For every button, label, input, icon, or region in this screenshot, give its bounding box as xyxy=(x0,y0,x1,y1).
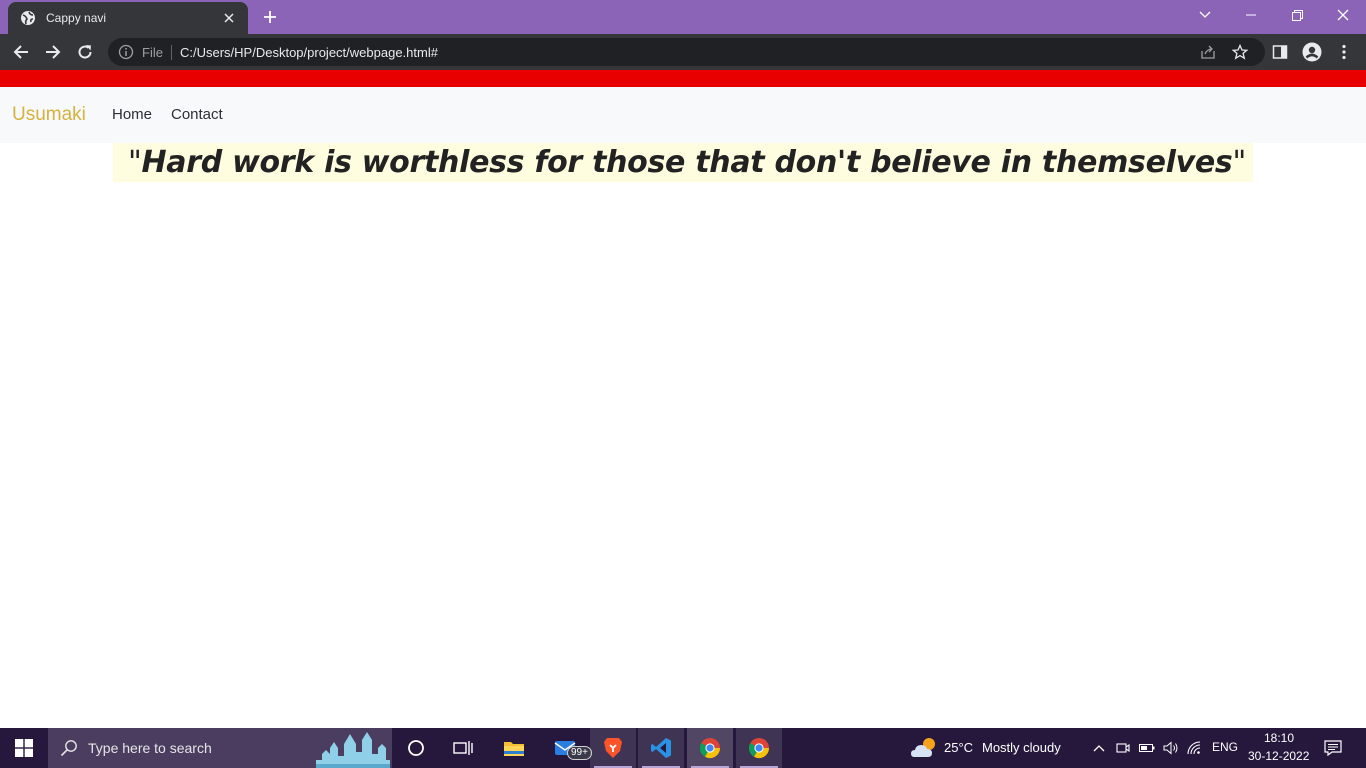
file-explorer-icon[interactable] xyxy=(491,728,537,768)
share-icon[interactable] xyxy=(1200,44,1216,60)
nav-link-contact[interactable]: Contact xyxy=(171,106,223,123)
quote-open-mark: " xyxy=(128,145,142,180)
site-navbar: Usumaki Home Contact xyxy=(0,87,1366,143)
cortana-icon[interactable] xyxy=(393,728,439,768)
new-tab-button[interactable] xyxy=(258,6,282,28)
reload-button[interactable] xyxy=(71,38,99,66)
url-scheme-label: File xyxy=(142,45,163,60)
meet-now-icon[interactable] xyxy=(1114,739,1132,757)
tab-title: Cappy navi xyxy=(46,11,107,25)
show-hidden-icons-chevron-icon[interactable] xyxy=(1090,739,1108,757)
battery-icon[interactable] xyxy=(1138,739,1156,757)
quote-close-mark: " xyxy=(1232,145,1246,180)
browser-tab[interactable]: Cappy navi xyxy=(8,2,248,34)
weather-condition[interactable]: Mostly cloudy xyxy=(982,740,1061,755)
weather-temp[interactable]: 25°C xyxy=(944,740,973,755)
address-bar[interactable]: File C:/Users/HP/Desktop/project/webpage… xyxy=(108,38,1265,66)
minimize-button[interactable] xyxy=(1228,0,1274,30)
chrome-second-window-icon[interactable] xyxy=(736,728,782,768)
restore-button[interactable] xyxy=(1274,0,1320,30)
tab-search-icon[interactable] xyxy=(1182,0,1228,30)
browser-toolbar: File C:/Users/HP/Desktop/project/webpage… xyxy=(0,34,1366,70)
clock-date[interactable]: 30-12-2022 xyxy=(1248,749,1309,763)
nav-link-home[interactable]: Home xyxy=(112,106,152,123)
windows-logo-icon xyxy=(15,739,33,757)
mail-icon[interactable]: 99+ xyxy=(543,728,592,768)
chrome-icon[interactable] xyxy=(687,728,733,768)
search-highlight-city-icon xyxy=(316,730,390,768)
browser-tab-strip: Cappy navi xyxy=(0,0,1366,34)
search-icon xyxy=(60,739,78,757)
start-button[interactable] xyxy=(0,728,48,768)
weather-cloudy-icon[interactable] xyxy=(910,736,938,760)
notifications-icon[interactable] xyxy=(1324,739,1342,757)
red-top-bar xyxy=(0,70,1366,87)
mail-badge: 99+ xyxy=(567,746,592,760)
volume-icon[interactable] xyxy=(1162,739,1180,757)
close-tab-icon[interactable] xyxy=(220,9,238,27)
taskbar-search-box[interactable]: Type here to search xyxy=(48,728,392,768)
windows-taskbar: Type here to search 99+ 25°C Mostly clou… xyxy=(0,728,1366,768)
globe-icon xyxy=(20,10,36,26)
close-window-button[interactable] xyxy=(1320,0,1366,30)
browser-menu-icon[interactable] xyxy=(1334,42,1354,62)
quote-text-line: "Hard work is worthless for those that d… xyxy=(128,145,1246,180)
vscode-icon[interactable] xyxy=(638,728,684,768)
forward-button[interactable] xyxy=(39,38,67,66)
address-separator xyxy=(171,45,172,60)
side-panel-icon[interactable] xyxy=(1270,42,1290,62)
url-text[interactable]: C:/Users/HP/Desktop/project/webpage.html… xyxy=(180,45,438,60)
navbar-brand[interactable]: Usumaki xyxy=(12,104,86,126)
wifi-icon[interactable] xyxy=(1186,739,1204,757)
clock-time[interactable]: 18:10 xyxy=(1264,731,1294,745)
info-icon[interactable] xyxy=(118,44,134,60)
brave-browser-icon[interactable] xyxy=(590,728,636,768)
bookmark-star-icon[interactable] xyxy=(1232,44,1248,60)
taskbar-search-placeholder: Type here to search xyxy=(88,740,212,756)
input-language[interactable]: ENG xyxy=(1212,740,1238,754)
task-view-icon[interactable] xyxy=(440,728,486,768)
quote-text: Hard work is worthless for those that do… xyxy=(141,145,1233,180)
profile-avatar-icon[interactable] xyxy=(1302,42,1322,62)
quote-banner: "Hard work is worthless for those that d… xyxy=(113,143,1253,182)
back-button[interactable] xyxy=(7,38,35,66)
